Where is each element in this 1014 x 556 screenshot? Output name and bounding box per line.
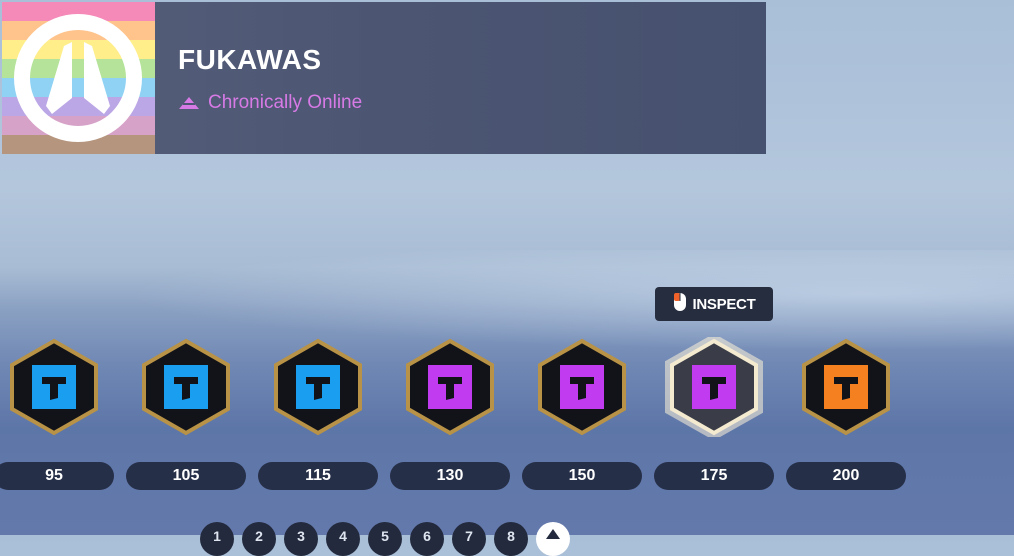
player-icon-105[interactable] [136, 337, 236, 437]
hexagon-badge-icon [406, 338, 494, 436]
player-icon-95[interactable] [4, 337, 104, 437]
chevron-up-icon[interactable] [536, 522, 570, 556]
icon-level-label: 115 [258, 462, 378, 490]
page-button-1[interactable]: 1 [200, 522, 234, 556]
page-button-2[interactable]: 2 [242, 522, 276, 556]
title-triangle-icon [178, 96, 200, 110]
page-button-7[interactable]: 7 [452, 522, 486, 556]
player-title-label: Chronically Online [208, 92, 363, 113]
icon-level-label: 105 [126, 462, 246, 490]
player-icon-200[interactable] [796, 337, 896, 437]
icon-level-label: 200 [786, 462, 906, 490]
page-button-4[interactable]: 4 [326, 522, 360, 556]
page-button-3[interactable]: 3 [284, 522, 318, 556]
player-icon-130[interactable] [400, 337, 500, 437]
player-name: FUKAWAS [178, 44, 322, 75]
hexagon-badge-icon [142, 338, 230, 436]
pager: 12345678 [200, 522, 570, 556]
overwatch-logo-icon [14, 14, 142, 142]
page-button-5[interactable]: 5 [368, 522, 402, 556]
player-icon-150[interactable] [532, 337, 632, 437]
icon-level-label: 130 [390, 462, 510, 490]
player-icon-115[interactable] [268, 337, 368, 437]
player-banner: FUKAWAS Chronically Online [2, 2, 766, 154]
hexagon-badge-icon [802, 338, 890, 436]
page-button-6[interactable]: 6 [410, 522, 444, 556]
hexagon-badge-icon [10, 338, 98, 436]
inspect-tooltip[interactable]: INSPECT [655, 287, 773, 321]
hexagon-badge-icon [274, 338, 362, 436]
page-button-8[interactable]: 8 [494, 522, 528, 556]
player-icon-175[interactable] [664, 337, 764, 437]
player-title: Chronically Online [178, 92, 362, 114]
icon-level-label: 175 [654, 462, 774, 490]
icon-level-label: 95 [0, 462, 114, 490]
mouse-icon [673, 292, 687, 316]
hexagon-badge-icon [538, 338, 626, 436]
icon-level-label: 150 [522, 462, 642, 490]
avatar [2, 2, 155, 154]
inspect-label: INSPECT [692, 295, 756, 313]
hexagon-badge-icon [665, 337, 763, 437]
